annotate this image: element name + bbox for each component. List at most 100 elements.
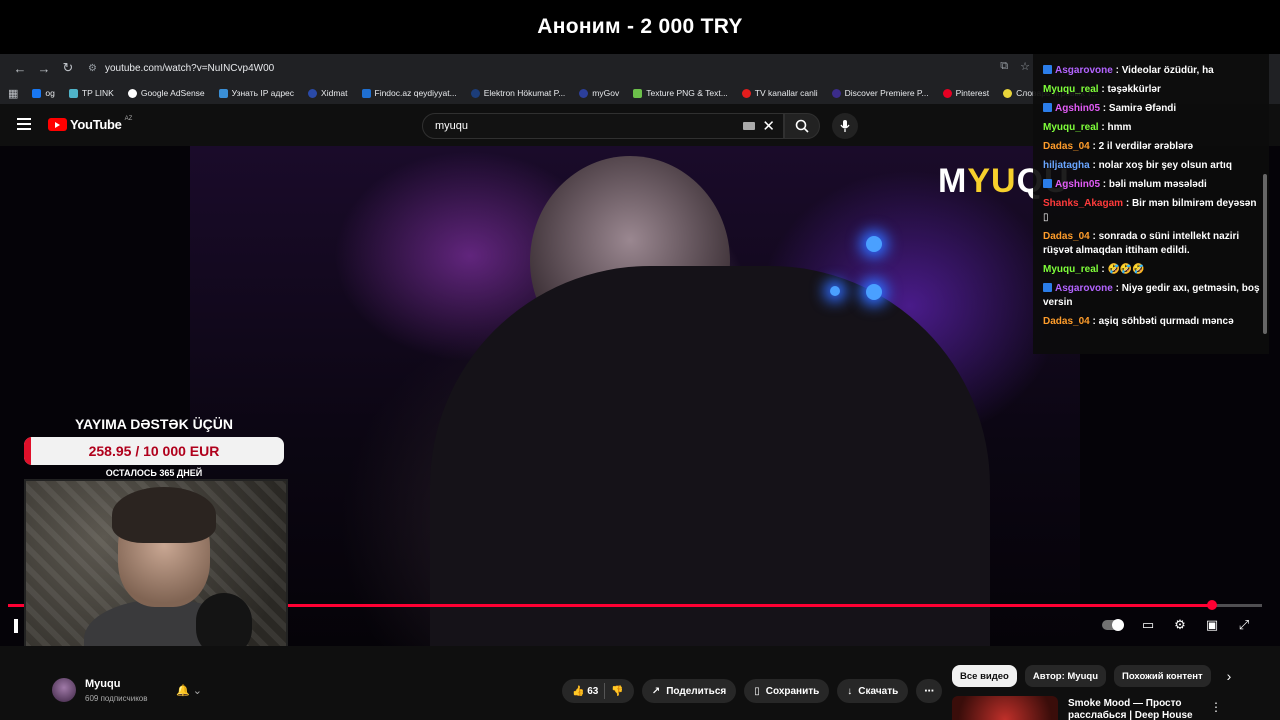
back-icon[interactable]: ← bbox=[8, 56, 32, 80]
chat-scrollbar[interactable] bbox=[1263, 174, 1267, 334]
fullscreen-icon[interactable]: ⤢ bbox=[1236, 617, 1252, 633]
channel-avatar[interactable] bbox=[52, 678, 76, 702]
user-badge-icon bbox=[1043, 65, 1052, 74]
bookmark-item[interactable]: Google AdSense bbox=[127, 88, 205, 98]
search-button[interactable] bbox=[784, 113, 820, 139]
chat-message: Asgarovone : Videolar özüdür, ha bbox=[1043, 64, 1263, 78]
donation-goal-amount: 258.95 / 10 000 EUR bbox=[88, 443, 220, 459]
chat-username[interactable]: Asgarovone bbox=[1055, 283, 1113, 294]
recommended-video-thumbnail[interactable] bbox=[952, 696, 1058, 720]
chat-message: Shanks_Akagam : Bir mən bilmirəm deyəsən… bbox=[1043, 197, 1263, 225]
chat-separator: : bbox=[1089, 316, 1099, 327]
download-button[interactable]: ↓ Скачать bbox=[837, 679, 909, 703]
chat-username[interactable]: Myuqu_real bbox=[1043, 84, 1099, 95]
recommended-video-title[interactable]: Smoke Mood — Просто расслабься | Deep Ho… bbox=[1068, 698, 1198, 720]
save-button[interactable]: ▯ Сохранить bbox=[744, 679, 830, 703]
chat-username[interactable]: Myuqu_real bbox=[1043, 264, 1099, 275]
bookmark-item[interactable]: Elektron Hökumat P... bbox=[470, 88, 565, 98]
donation-goal-fill bbox=[24, 437, 31, 465]
chat-message: hiljatagha : nolar xoş bir şey olsun art… bbox=[1043, 159, 1263, 173]
more-actions-button[interactable]: ⋯ bbox=[916, 679, 943, 703]
chevron-right-icon[interactable]: › bbox=[1227, 668, 1232, 684]
video-frame bbox=[190, 146, 1080, 646]
bookmark-item[interactable]: TP LINK bbox=[68, 88, 114, 98]
search-value: myuqu bbox=[435, 120, 469, 132]
subtitles-icon[interactable]: ▭ bbox=[1140, 617, 1156, 633]
voice-search-button[interactable] bbox=[832, 113, 858, 139]
autoplay-toggle[interactable] bbox=[1102, 617, 1124, 633]
url-text: youtube.com/watch?v=NuINCvp4W00 bbox=[104, 62, 275, 74]
bookmark-item[interactable]: og bbox=[32, 88, 55, 98]
bookmark-item[interactable]: Xidmat bbox=[308, 88, 348, 98]
menu-icon[interactable] bbox=[17, 118, 31, 130]
install-app-icon[interactable]: ⧉ bbox=[1000, 60, 1008, 73]
google-icon bbox=[127, 88, 137, 98]
texture-icon bbox=[633, 88, 643, 98]
xidmat-icon bbox=[308, 88, 318, 98]
gov-icon bbox=[470, 88, 480, 98]
youtube-logo[interactable]: YouTube AZ bbox=[48, 116, 132, 132]
bookmark-item[interactable]: Findoc.az qeydiyyat... bbox=[361, 88, 457, 98]
chat-username[interactable]: Asgarovone bbox=[1055, 65, 1113, 76]
settings-icon[interactable]: ⚙ bbox=[1172, 617, 1188, 633]
site-info-icon[interactable]: ⚙ bbox=[88, 63, 97, 74]
bookmark-item[interactable]: Texture PNG & Text... bbox=[633, 88, 728, 98]
clear-search-icon[interactable]: ✕ bbox=[762, 117, 775, 135]
bookmark-item[interactable]: Discover Premiere P... bbox=[831, 88, 929, 98]
forward-icon[interactable]: → bbox=[32, 56, 56, 80]
dislike-button[interactable]: 👎 bbox=[611, 686, 623, 697]
bookmark-item[interactable]: Узнать IP адрес bbox=[218, 88, 294, 98]
channel-name[interactable]: Myuqu bbox=[85, 678, 120, 690]
chat-text: Videolar özüdür, ha bbox=[1121, 65, 1214, 76]
chip-all-videos[interactable]: Все видео bbox=[952, 665, 1017, 687]
chip-by-author[interactable]: Автор: Myuqu bbox=[1024, 665, 1106, 687]
chat-username[interactable]: Dadas_04 bbox=[1043, 316, 1090, 327]
recommendation-filter-chips: Все видео Автор: Myuqu Похожий контент › bbox=[952, 665, 1231, 687]
pinterest-icon bbox=[942, 88, 952, 98]
chat-text: nolar xoş bir şey olsun artıq bbox=[1098, 160, 1232, 171]
bookmark-item[interactable]: TV kanallar canli bbox=[741, 88, 818, 98]
chat-separator: : bbox=[1089, 160, 1099, 171]
chat-overlay: Asgarovone : Videolar özüdür, ha Myuqu_re… bbox=[1033, 54, 1269, 354]
bookmark-icon: ▯ bbox=[754, 685, 760, 697]
youtube-play-icon bbox=[48, 118, 67, 131]
subscriber-count: 609 подписчиков bbox=[85, 694, 148, 703]
user-badge-icon bbox=[1043, 283, 1052, 292]
reload-icon[interactable]: ↻ bbox=[56, 56, 80, 80]
chat-username[interactable]: hiljatagha bbox=[1043, 160, 1090, 171]
chat-message: Myuqu_real : 🤣🤣🤣 bbox=[1043, 263, 1263, 277]
performer-figure bbox=[430, 266, 990, 646]
keyboard-icon[interactable] bbox=[743, 122, 755, 130]
address-actions: ⧉ ☆ bbox=[1000, 60, 1030, 73]
like-count: 63 bbox=[587, 685, 599, 697]
bookmark-item[interactable]: Pinterest bbox=[942, 88, 989, 98]
tplink-icon bbox=[68, 88, 78, 98]
chat-username[interactable]: Agshin05 bbox=[1055, 179, 1100, 190]
search-input[interactable]: myuqu ✕ bbox=[422, 113, 784, 139]
apps-grid-icon[interactable]: ▦ bbox=[8, 87, 18, 100]
chat-message: Myuqu_real : təşəkkürlər bbox=[1043, 83, 1263, 97]
more-options-icon[interactable]: ⋮ bbox=[1210, 700, 1222, 714]
chat-separator: : bbox=[1112, 283, 1122, 294]
chat-username[interactable]: Shanks_Akagam bbox=[1043, 198, 1123, 209]
chip-related[interactable]: Похожий контент bbox=[1114, 665, 1211, 687]
theater-mode-icon[interactable]: ▣ bbox=[1204, 617, 1220, 633]
bookmark-item[interactable]: myGov bbox=[579, 88, 619, 98]
chat-username[interactable]: Dadas_04 bbox=[1043, 231, 1090, 242]
share-button[interactable]: ↗ Поделиться bbox=[641, 679, 737, 703]
divider bbox=[604, 683, 606, 699]
address-bar[interactable]: ⚙ youtube.com/watch?v=NuINCvp4W00 bbox=[88, 63, 274, 74]
stage-light bbox=[866, 284, 882, 300]
player-controls-right: ▭ ⚙ ▣ ⤢ bbox=[1102, 617, 1252, 633]
like-button[interactable]: 👍 63 bbox=[572, 686, 598, 697]
chat-text: 2 il verdilər ərəblərə bbox=[1098, 141, 1194, 152]
chat-username[interactable]: Dadas_04 bbox=[1043, 141, 1090, 152]
pause-icon[interactable] bbox=[14, 619, 18, 633]
progress-handle[interactable] bbox=[1206, 600, 1217, 610]
chat-separator: : bbox=[1123, 198, 1132, 209]
bookmark-star-icon[interactable]: ☆ bbox=[1020, 60, 1030, 73]
user-badge-icon bbox=[1043, 103, 1052, 112]
chat-username[interactable]: Myuqu_real bbox=[1043, 122, 1099, 133]
notification-bell-icon[interactable]: 🔔 ⌄ bbox=[176, 684, 202, 697]
chat-username[interactable]: Agshin05 bbox=[1055, 103, 1100, 114]
